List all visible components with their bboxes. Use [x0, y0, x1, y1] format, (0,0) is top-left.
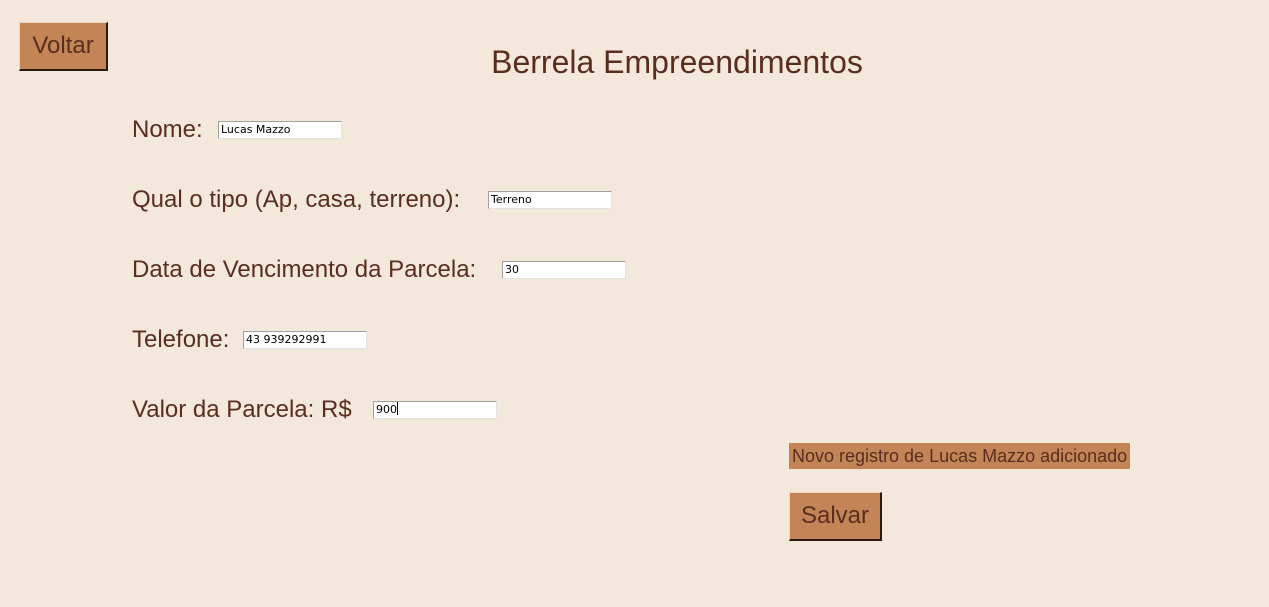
save-button[interactable]: Salvar — [789, 492, 882, 541]
name-field[interactable]: Lucas Mazzo — [218, 121, 342, 139]
phone-field[interactable]: 43 939292991 — [243, 331, 367, 349]
page-title: Berrela Empreendimentos — [491, 44, 863, 80]
phone-label: Telefone: — [132, 326, 230, 353]
amount-label: Valor da Parcela: R$ — [132, 396, 352, 423]
due-date-field[interactable]: 30 — [502, 261, 626, 279]
status-message: Novo registro de Lucas Mazzo adicionado — [789, 443, 1131, 469]
type-label: Qual o tipo (Ap, casa, terreno): — [132, 186, 461, 213]
type-field[interactable]: Terreno — [488, 191, 612, 209]
amount-field-value: 900 — [376, 403, 397, 416]
text-caret — [397, 402, 398, 415]
due-date-label: Data de Vencimento da Parcela: — [132, 256, 477, 283]
amount-field[interactable]: 900 — [373, 401, 497, 419]
name-label: Nome: — [132, 116, 203, 143]
